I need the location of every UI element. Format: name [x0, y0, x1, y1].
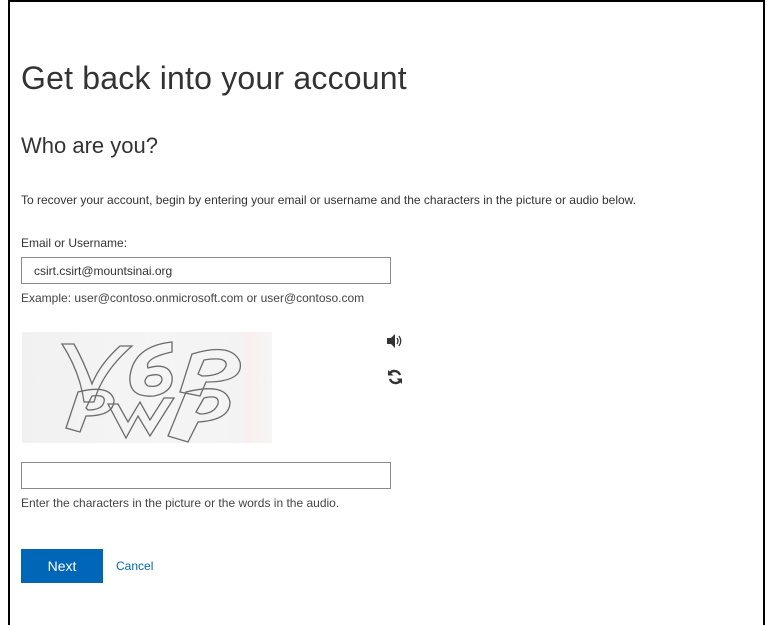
captcha-glyphs — [60, 341, 241, 443]
refresh-captcha-button[interactable] — [386, 368, 404, 386]
audio-captcha-button[interactable] — [386, 333, 404, 349]
refresh-icon — [388, 369, 402, 385]
captcha-input[interactable] — [21, 462, 391, 489]
instructions-text: To recover your account, begin by enteri… — [21, 193, 637, 207]
page-title: Get back into your account — [21, 60, 407, 96]
captcha-hint-text: Enter the characters in the picture or t… — [21, 496, 340, 510]
email-input[interactable] — [21, 257, 391, 284]
cancel-link[interactable]: Cancel — [116, 559, 153, 573]
email-label: Email or Username: — [21, 236, 128, 250]
captcha-image — [22, 332, 272, 443]
next-button[interactable]: Next — [21, 549, 103, 583]
page-subtitle: Who are you? — [21, 133, 158, 158]
email-example-text: Example: user@contoso.onmicrosoft.com or… — [21, 291, 365, 305]
speaker-icon — [387, 334, 402, 348]
